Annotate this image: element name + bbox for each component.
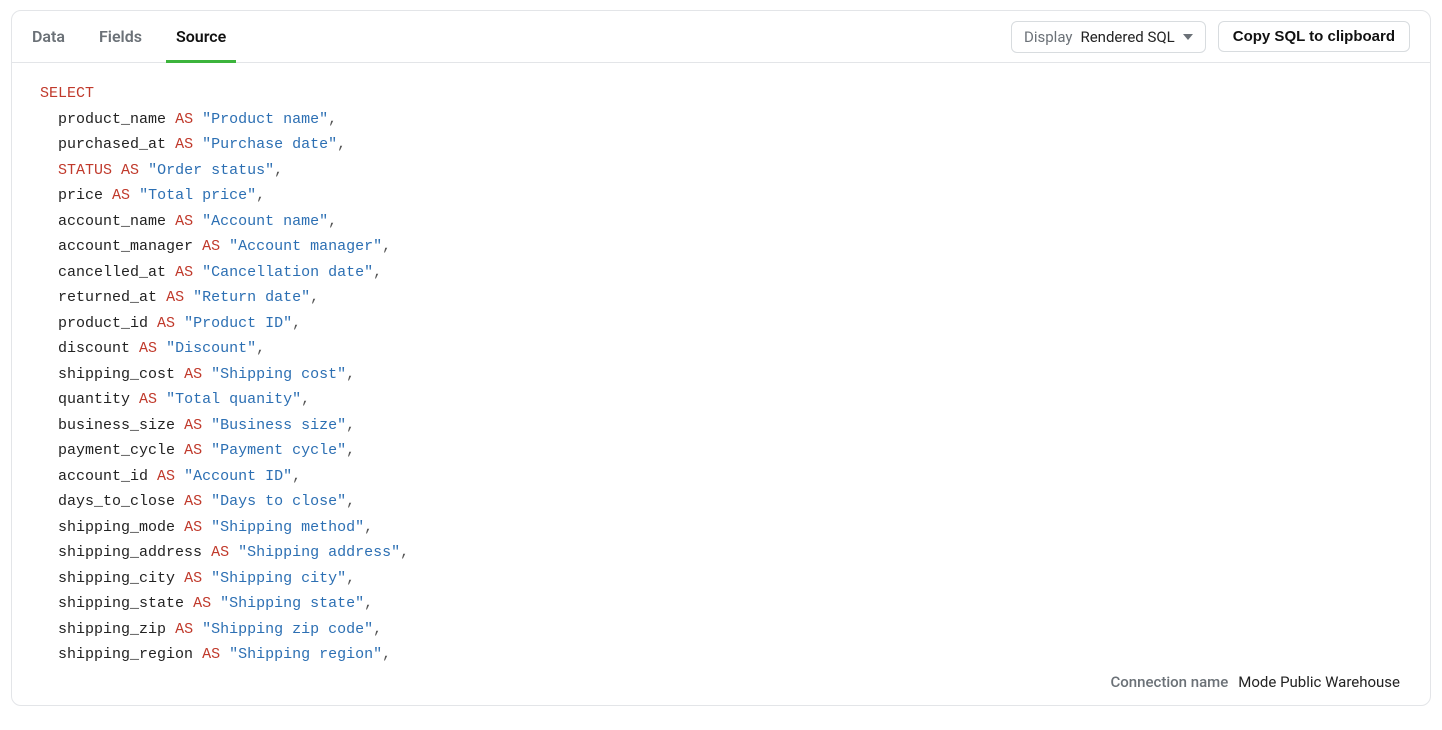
tab-data[interactable]: Data: [32, 11, 65, 62]
chevron-down-icon: [1183, 34, 1193, 40]
footer: Connection name Mode Public Warehouse: [12, 663, 1430, 705]
source-panel: Data Fields Source Display Rendered SQL …: [11, 10, 1431, 706]
tab-bar: Data Fields Source Display Rendered SQL …: [12, 11, 1430, 63]
copy-sql-button[interactable]: Copy SQL to clipboard: [1218, 21, 1410, 52]
display-dropdown-value: Rendered SQL: [1080, 28, 1174, 46]
connection-name-label: Connection name: [1110, 673, 1228, 691]
display-dropdown[interactable]: Display Rendered SQL: [1011, 21, 1206, 53]
display-dropdown-label: Display: [1024, 28, 1072, 46]
sql-code-view: SELECT product_name AS "Product name", p…: [12, 63, 1430, 663]
tab-fields[interactable]: Fields: [99, 11, 142, 62]
tab-source[interactable]: Source: [176, 11, 226, 62]
toolbar-controls: Display Rendered SQL Copy SQL to clipboa…: [1011, 21, 1410, 53]
tabs: Data Fields Source: [32, 11, 226, 62]
connection-name-value: Mode Public Warehouse: [1238, 673, 1400, 691]
